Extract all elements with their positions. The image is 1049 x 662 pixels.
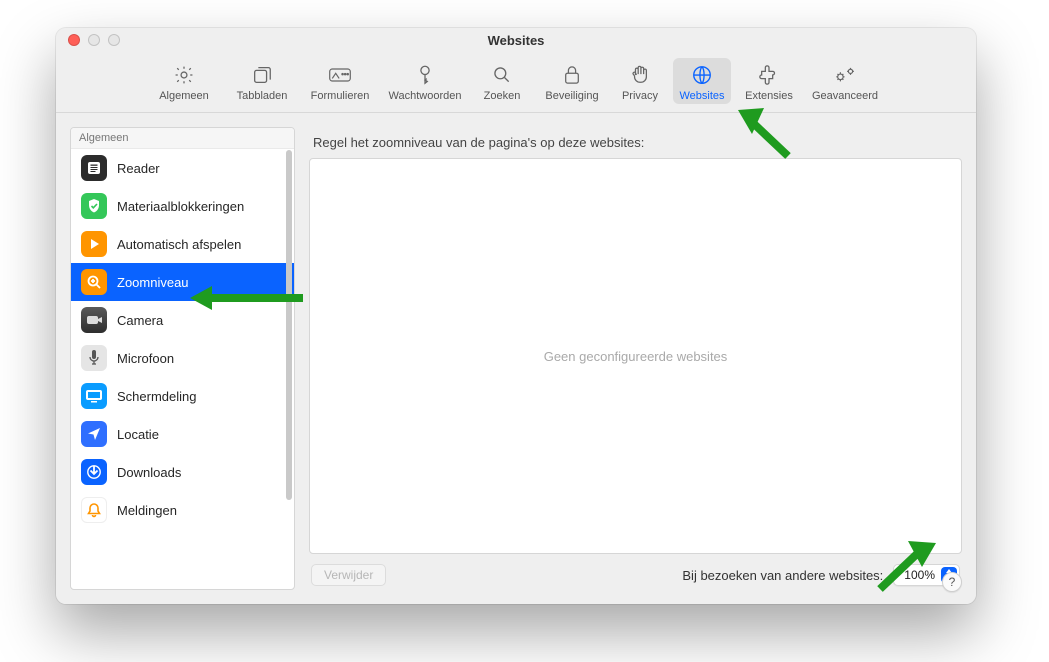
screenshare-icon — [81, 383, 107, 409]
sidebar-item-autoplay[interactable]: Automatisch afspelen — [71, 225, 294, 263]
sidebar-item-label: Reader — [117, 161, 160, 176]
gear-icon — [173, 62, 195, 88]
sidebar-item-label: Camera — [117, 313, 163, 328]
remove-button[interactable]: Verwijder — [311, 564, 386, 586]
toolbar-security[interactable]: Beveiliging — [537, 58, 607, 104]
sidebar-item-label: Automatisch afspelen — [117, 237, 241, 252]
sidebar-item-label: Materiaalblokkeringen — [117, 199, 244, 214]
mic-icon — [81, 345, 107, 371]
key-icon — [415, 62, 435, 88]
select-value: 100% — [904, 568, 935, 582]
sidebar-item-camera[interactable]: Camera — [71, 301, 294, 339]
sidebar-item-label: Schermdeling — [117, 389, 197, 404]
sidebar-item-reader[interactable]: Reader — [71, 149, 294, 187]
sidebar-item-label: Zoomniveau — [117, 275, 189, 290]
window-title: Websites — [488, 33, 545, 48]
sidebar-container: Algemeen Reader Materiaalblokkeringen — [70, 127, 295, 590]
toolbar-search[interactable]: Zoeken — [475, 58, 529, 104]
titlebar: Websites — [56, 28, 976, 52]
toolbar-label: Formulieren — [311, 90, 370, 102]
close-window-button[interactable] — [68, 34, 80, 46]
toolbar-label: Algemeen — [159, 90, 209, 102]
bell-icon — [81, 497, 107, 523]
toolbar-label: Tabbladen — [237, 90, 288, 102]
empty-list-label: Geen geconfigureerde websites — [544, 349, 728, 364]
sidebar-item-label: Microfoon — [117, 351, 174, 366]
traffic-lights — [68, 34, 120, 46]
toolbar-advanced[interactable]: Geavanceerd — [807, 58, 883, 104]
globe-icon — [691, 62, 713, 88]
help-label: ? — [949, 575, 956, 589]
toolbar-label: Zoeken — [484, 90, 521, 102]
zoom-icon — [81, 269, 107, 295]
toolbar-label: Beveiliging — [545, 90, 598, 102]
preferences-window: Websites Algemeen Tabbladen Formulieren — [56, 28, 976, 604]
puzzle-icon — [758, 62, 780, 88]
other-sites-label: Bij bezoeken van andere websites: — [682, 568, 883, 583]
panel-heading: Regel het zoomniveau van de pagina's op … — [309, 127, 962, 158]
sidebar-item-screensharing[interactable]: Schermdeling — [71, 377, 294, 415]
toolbar-extensions[interactable]: Extensies — [739, 58, 799, 104]
sidebar-item-notifications[interactable]: Meldingen — [71, 491, 294, 529]
sidebar-list: Reader Materiaalblokkeringen Automatisch… — [71, 149, 294, 589]
maximize-window-button[interactable] — [108, 34, 120, 46]
play-icon — [81, 231, 107, 257]
sidebar-item-downloads[interactable]: Downloads — [71, 453, 294, 491]
sidebar-item-location[interactable]: Locatie — [71, 415, 294, 453]
tabs-icon — [251, 62, 273, 88]
main-panel: Regel het zoomniveau van de pagina's op … — [309, 127, 962, 590]
websites-list[interactable]: Geen geconfigureerde websites — [309, 158, 962, 554]
toolbar-label: Extensies — [745, 90, 793, 102]
sidebar-item-label: Locatie — [117, 427, 159, 442]
preferences-toolbar: Algemeen Tabbladen Formulieren Wachtwoor… — [56, 52, 976, 113]
toolbar-websites[interactable]: Websites — [673, 58, 731, 104]
sidebar-item-label: Downloads — [117, 465, 181, 480]
gears-icon — [832, 62, 858, 88]
download-icon — [81, 459, 107, 485]
toolbar-label: Privacy — [622, 90, 658, 102]
sidebar-item-content-blockers[interactable]: Materiaalblokkeringen — [71, 187, 294, 225]
reader-icon — [81, 155, 107, 181]
search-icon — [492, 62, 512, 88]
hand-icon — [630, 62, 650, 88]
help-button[interactable]: ? — [942, 572, 962, 592]
minimize-window-button[interactable] — [88, 34, 100, 46]
form-icon — [328, 62, 352, 88]
shield-icon — [81, 193, 107, 219]
sidebar-item-microphone[interactable]: Microfoon — [71, 339, 294, 377]
window-body: Algemeen Reader Materiaalblokkeringen — [56, 113, 976, 604]
sidebar-item-label: Meldingen — [117, 503, 177, 518]
toolbar-privacy[interactable]: Privacy — [615, 58, 665, 104]
panel-footer: Verwijder Bij bezoeken van andere websit… — [309, 554, 962, 590]
lock-icon — [563, 62, 581, 88]
toolbar-label: Websites — [679, 90, 724, 102]
toolbar-tabs[interactable]: Tabbladen — [227, 58, 297, 104]
toolbar-passwords[interactable]: Wachtwoorden — [383, 58, 467, 104]
camera-icon — [81, 307, 107, 333]
toolbar-label: Wachtwoorden — [389, 90, 462, 102]
sidebar-item-zoom[interactable]: Zoomniveau — [71, 263, 294, 301]
toolbar-general[interactable]: Algemeen — [149, 58, 219, 104]
toolbar-label: Geavanceerd — [812, 90, 878, 102]
sidebar-section-header: Algemeen — [71, 128, 294, 149]
sidebar-scrollbar[interactable] — [286, 150, 292, 500]
toolbar-autofill[interactable]: Formulieren — [305, 58, 375, 104]
location-icon — [81, 421, 107, 447]
